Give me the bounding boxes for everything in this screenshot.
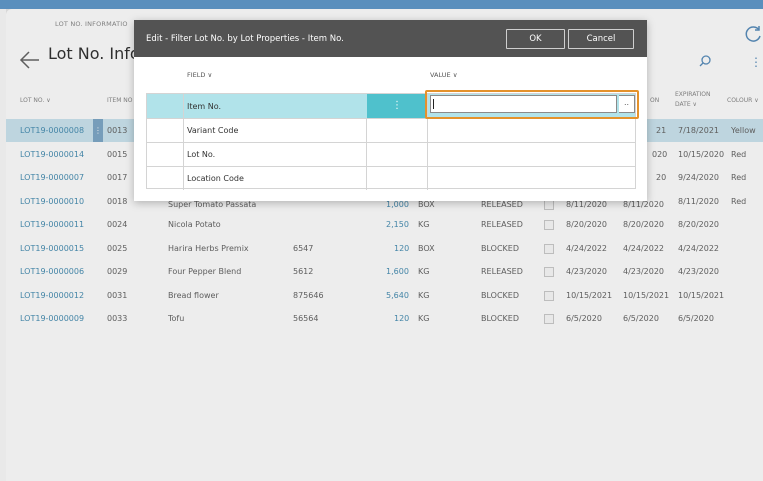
cancel-button[interactable]: Cancel [568, 29, 634, 49]
row-actions-icon[interactable]: ⋮ [367, 94, 427, 118]
grid-divider [183, 166, 184, 190]
filter-row-variant-code[interactable]: Variant Code [147, 118, 635, 143]
grid-divider [427, 142, 428, 166]
grid-divider [183, 94, 184, 118]
text-caret [433, 99, 434, 109]
lookup-button[interactable]: .. [619, 95, 635, 113]
grid-divider [427, 166, 428, 190]
ok-button[interactable]: OK [506, 29, 565, 49]
field-label: Item No. [187, 102, 222, 111]
field-column-header[interactable]: FIELD ∨ [187, 71, 212, 79]
dialog-title: Edit - Filter Lot No. by Lot Properties … [146, 34, 344, 44]
grid-divider [366, 142, 367, 166]
filter-row-location-code[interactable]: Location Code [147, 166, 635, 190]
grid-divider [183, 118, 184, 142]
value-column-header[interactable]: VALUE ∨ [430, 71, 457, 79]
field-label: Lot No. [187, 150, 216, 159]
item-no-value-input[interactable] [430, 95, 617, 113]
top-accent-bar [0, 0, 763, 9]
dialog-header: Edit - Filter Lot No. by Lot Properties … [134, 20, 647, 57]
field-label: Location Code [187, 174, 244, 183]
grid-divider [183, 142, 184, 166]
grid-divider [366, 166, 367, 190]
filter-row-lot-no[interactable]: Lot No. [147, 142, 635, 167]
grid-divider [366, 118, 367, 142]
field-label: Variant Code [187, 126, 239, 135]
grid-divider [427, 118, 428, 142]
